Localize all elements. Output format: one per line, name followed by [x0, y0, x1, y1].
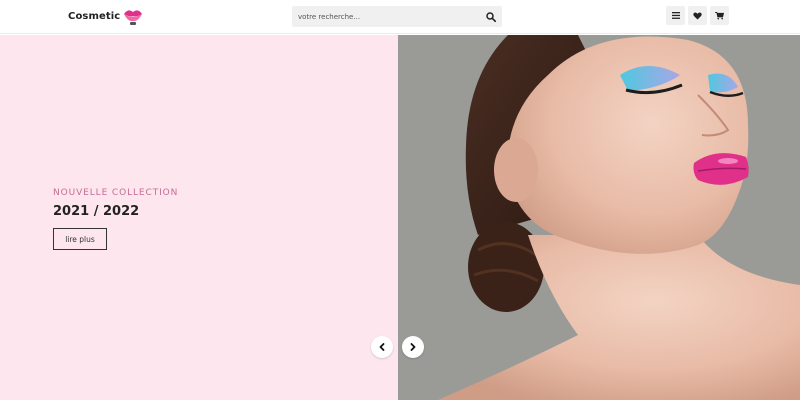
site-header: Cosmetic	[0, 0, 800, 34]
chevron-right-icon	[410, 343, 416, 351]
slider-next-button[interactable]	[402, 336, 424, 358]
slider-prev-button[interactable]	[371, 336, 393, 358]
logo[interactable]: Cosmetic	[68, 5, 144, 27]
search-input[interactable]	[292, 6, 472, 27]
logo-text: Cosmetic	[68, 10, 121, 22]
hero-eyebrow: NOUVELLE COLLECTION	[53, 188, 179, 198]
heart-icon	[693, 11, 702, 20]
read-more-button[interactable]: lire plus	[53, 228, 107, 250]
woman-portrait-image	[398, 35, 800, 400]
hero-text-panel: NOUVELLE COLLECTION 2021 / 2022 lire plu…	[0, 35, 398, 400]
hero-image	[398, 35, 800, 400]
chevron-left-icon	[379, 343, 385, 351]
menu-icon	[671, 12, 680, 19]
lips-icon	[124, 10, 143, 25]
search-button[interactable]	[483, 9, 498, 24]
cart-icon	[715, 11, 724, 19]
hero-title: 2021 / 2022	[53, 204, 140, 219]
cart-button[interactable]	[710, 6, 729, 25]
wishlist-button[interactable]	[688, 6, 707, 25]
hero-slider: NOUVELLE COLLECTION 2021 / 2022 lire plu…	[0, 35, 800, 400]
search-icon	[485, 11, 496, 22]
menu-button[interactable]	[666, 6, 685, 25]
search-bar	[292, 6, 502, 27]
